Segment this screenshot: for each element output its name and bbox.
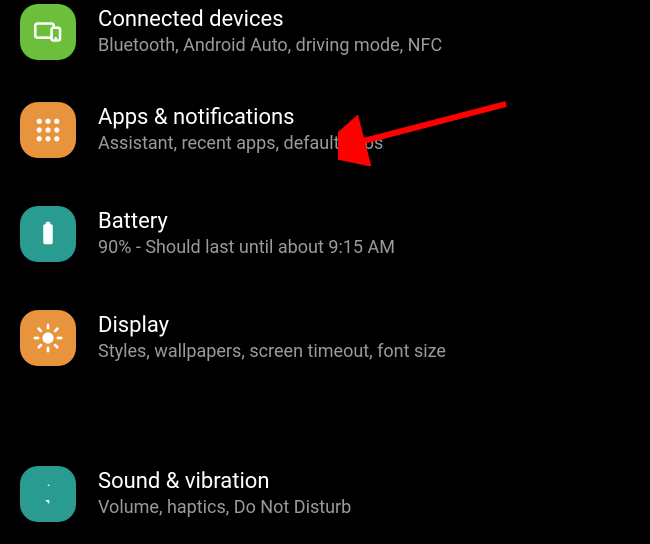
settings-item-display[interactable]: Display Styles, wallpapers, screen timeo…: [0, 288, 650, 392]
item-text: Battery 90% - Should last until about 9:…: [98, 209, 395, 260]
item-subtitle: Volume, haptics, Do Not Disturb: [98, 497, 351, 520]
item-title: Display: [98, 313, 446, 339]
item-text: Display Styles, wallpapers, screen timeo…: [98, 313, 446, 364]
settings-list: Connected devices Bluetooth, Android Aut…: [0, 0, 650, 392]
item-subtitle: Styles, wallpapers, screen timeout, font…: [98, 341, 446, 364]
item-title: Sound & vibration: [98, 469, 351, 495]
item-text: Connected devices Bluetooth, Android Aut…: [98, 7, 442, 58]
devices-icon: [20, 4, 76, 60]
item-subtitle: 90% - Should last until about 9:15 AM: [98, 237, 395, 260]
settings-item-connected-devices[interactable]: Connected devices Bluetooth, Android Aut…: [0, 0, 650, 80]
battery-icon: [20, 206, 76, 262]
partial-next-icon: [20, 486, 76, 500]
settings-item-sound-vibration[interactable]: Sound & vibration Volume, haptics, Do No…: [0, 450, 650, 544]
settings-item-apps-notifications[interactable]: Apps & notifications Assistant, recent a…: [0, 80, 650, 184]
item-title: Connected devices: [98, 7, 442, 33]
item-title: Apps & notifications: [98, 105, 383, 131]
item-text: Apps & notifications Assistant, recent a…: [98, 105, 383, 156]
apps-icon: [20, 102, 76, 158]
settings-item-battery[interactable]: Battery 90% - Should last until about 9:…: [0, 184, 650, 288]
item-subtitle: Bluetooth, Android Auto, driving mode, N…: [98, 35, 442, 58]
brightness-icon: [20, 310, 76, 366]
item-title: Battery: [98, 209, 395, 235]
item-text: Sound & vibration Volume, haptics, Do No…: [98, 469, 351, 520]
item-subtitle: Assistant, recent apps, default apps: [98, 133, 383, 156]
